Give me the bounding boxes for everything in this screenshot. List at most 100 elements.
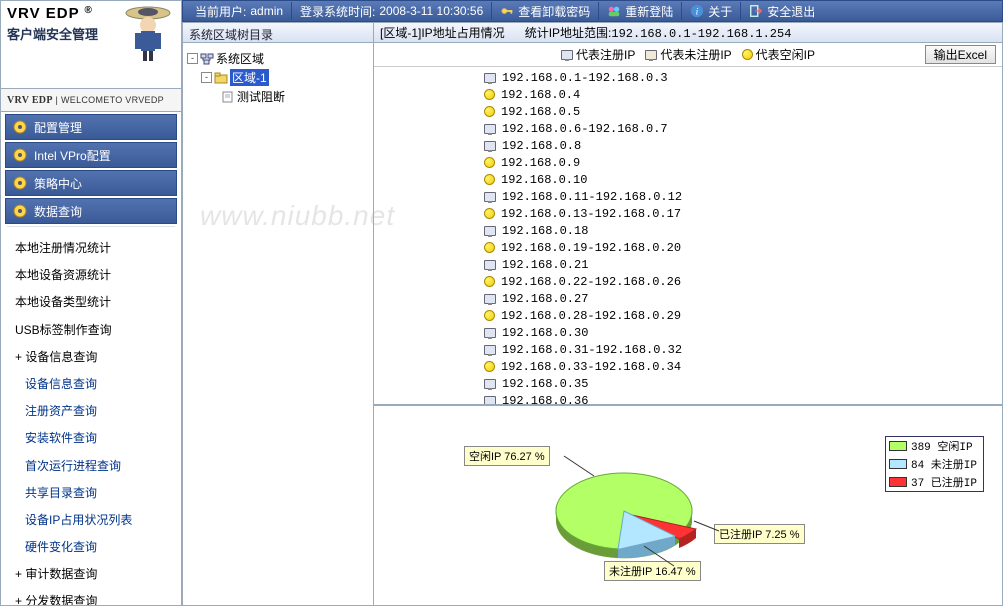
gear-icon	[12, 119, 28, 135]
tree-title: 系统区域树目录	[183, 23, 373, 43]
main-header: [区域-1]IP地址占用情况 统计IP地址范围:192.168.0.1-192.…	[374, 23, 1002, 43]
key-icon	[500, 4, 514, 18]
ip-row[interactable]: 192.168.0.22-192.168.0.26	[484, 273, 998, 290]
nav-link-12[interactable]: + 审计数据查询	[1, 561, 181, 588]
ip-row[interactable]: 192.168.0.6-192.168.0.7	[484, 120, 998, 137]
login-time-value: 2008-3-11 10:30:56	[379, 4, 483, 18]
ip-text: 192.168.0.13-192.168.0.17	[501, 207, 681, 221]
ip-row[interactable]: 192.168.0.8	[484, 137, 998, 154]
nav-button-3[interactable]: 数据查询	[5, 198, 177, 224]
ip-text: 192.168.0.1-192.168.0.3	[502, 71, 668, 85]
nav-link-5[interactable]: 设备信息查询	[1, 371, 181, 398]
ip-row[interactable]: 192.168.0.36	[484, 392, 998, 405]
nav-link-11[interactable]: 硬件变化查询	[1, 534, 181, 561]
view-uninstall-password-button[interactable]: 查看卸载密码	[492, 3, 598, 20]
nav-link-4[interactable]: + 设备信息查询	[1, 344, 181, 371]
ip-row[interactable]: 192.168.0.27	[484, 290, 998, 307]
swatch-icon	[889, 441, 907, 451]
collapse-icon[interactable]: -	[201, 72, 212, 83]
chip-icon	[12, 147, 28, 163]
monitor-icon	[484, 396, 496, 406]
ip-text: 192.168.0.8	[502, 139, 581, 153]
legend-row: 84 未注册IP	[886, 455, 983, 473]
nav-button-0[interactable]: 配置管理	[5, 114, 177, 140]
ip-row[interactable]: 192.168.0.21	[484, 256, 998, 273]
ip-row[interactable]: 192.168.0.9	[484, 154, 998, 171]
brand-small: VRV EDP | WELCOMETO VRVEDP	[0, 88, 182, 112]
ip-row[interactable]: 192.168.0.18	[484, 222, 998, 239]
ip-list[interactable]: 192.168.0.1-192.168.0.3192.168.0.4192.16…	[374, 67, 1002, 405]
ip-text: 192.168.0.27	[502, 292, 588, 306]
nav-link-13[interactable]: + 分发数据查询	[1, 588, 181, 606]
current-user-value: admin	[250, 4, 283, 18]
dot-icon	[484, 310, 495, 321]
nav-link-1[interactable]: 本地设备资源统计	[1, 262, 181, 289]
monitor-icon	[484, 328, 496, 338]
relogin-button[interactable]: 重新登陆	[599, 3, 681, 20]
ip-row[interactable]: 192.168.0.33-192.168.0.34	[484, 358, 998, 375]
ip-text: 192.168.0.19-192.168.0.20	[501, 241, 681, 255]
ip-text: 192.168.0.31-192.168.0.32	[502, 343, 682, 357]
about-button[interactable]: i 关于	[682, 3, 740, 20]
monitor-icon	[484, 226, 496, 236]
relogin-label: 重新登陆	[625, 3, 673, 20]
nav-button-1[interactable]: Intel VPro配置	[5, 142, 177, 168]
tree-node-area1[interactable]: - 区域-1	[187, 68, 369, 87]
nav-link-8[interactable]: 首次运行进程查询	[1, 453, 181, 480]
current-user-label: 当前用户:	[195, 3, 246, 20]
nav-link-0[interactable]: 本地注册情况统计	[1, 235, 181, 262]
legend-idle: 代表空闲IP	[742, 46, 815, 63]
top-toolbar: 当前用户: admin 登录系统时间: 2008-3-11 10:30:56 查…	[182, 0, 1003, 22]
view-uninstall-password-label: 查看卸载密码	[518, 3, 590, 20]
chart-legend: 389 空闲IP 84 未注册IP 37 已注册IP	[885, 436, 984, 492]
ip-text: 192.168.0.28-192.168.0.29	[501, 309, 681, 323]
dot-icon	[484, 208, 495, 219]
monitor-icon	[484, 73, 496, 83]
monitor-icon	[484, 260, 496, 270]
collapse-icon[interactable]: -	[187, 53, 198, 64]
legend-row: 代表注册IP 代表未注册IP 代表空闲IP 输出Excel	[374, 43, 1002, 67]
safe-exit-label: 安全退出	[767, 3, 815, 20]
ip-row[interactable]: 192.168.0.31-192.168.0.32	[484, 341, 998, 358]
ip-row[interactable]: 192.168.0.11-192.168.0.12	[484, 188, 998, 205]
main-panel: [区域-1]IP地址占用情况 统计IP地址范围:192.168.0.1-192.…	[374, 22, 1003, 606]
ip-row[interactable]: 192.168.0.5	[484, 103, 998, 120]
left-nav: 配置管理Intel VPro配置策略中心数据查询 本地注册情况统计本地设备资源统…	[0, 112, 182, 606]
dot-icon	[484, 157, 495, 168]
ip-row[interactable]: 192.168.0.28-192.168.0.29	[484, 307, 998, 324]
tree-leaf-test[interactable]: 测试阻断	[187, 87, 369, 106]
ip-row[interactable]: 192.168.0.19-192.168.0.20	[484, 239, 998, 256]
about-label: 关于	[708, 3, 732, 20]
ip-row[interactable]: 192.168.0.10	[484, 171, 998, 188]
search-icon	[12, 203, 28, 219]
nav-link-9[interactable]: 共享目录查询	[1, 480, 181, 507]
mascot-icon	[121, 3, 175, 63]
ip-text: 192.168.0.18	[502, 224, 588, 238]
nav-link-2[interactable]: 本地设备类型统计	[1, 289, 181, 316]
ip-row[interactable]: 192.168.0.4	[484, 86, 998, 103]
info-icon: i	[690, 4, 704, 18]
svg-text:i: i	[696, 7, 699, 18]
ip-row[interactable]: 192.168.0.1-192.168.0.3	[484, 69, 998, 86]
ip-row[interactable]: 192.168.0.30	[484, 324, 998, 341]
tree-leaf-label: 测试阻断	[237, 88, 285, 105]
logo-panel: VRV EDP ® 客户端安全管理	[0, 0, 182, 88]
swatch-icon	[889, 459, 907, 469]
tree-root[interactable]: - 系统区域	[187, 49, 369, 68]
nav-button-2[interactable]: 策略中心	[5, 170, 177, 196]
nav-link-3[interactable]: USB标签制作查询	[1, 317, 181, 344]
users-icon	[607, 4, 621, 18]
tree-root-label: 系统区域	[216, 50, 264, 67]
dot-icon	[484, 106, 495, 117]
ip-row[interactable]: 192.168.0.13-192.168.0.17	[484, 205, 998, 222]
main-title-text: [区域-1]IP地址占用情况	[380, 24, 505, 41]
monitor-icon	[484, 345, 496, 355]
ip-row[interactable]: 192.168.0.35	[484, 375, 998, 392]
nav-link-7[interactable]: 安装软件查询	[1, 425, 181, 452]
safe-exit-button[interactable]: 安全退出	[741, 3, 823, 20]
monitor-icon	[561, 50, 573, 60]
nav-link-6[interactable]: 注册资产查询	[1, 398, 181, 425]
export-excel-button[interactable]: 输出Excel	[925, 45, 996, 64]
nav-link-10[interactable]: 设备IP占用状况列表	[1, 507, 181, 534]
dot-icon	[484, 174, 495, 185]
